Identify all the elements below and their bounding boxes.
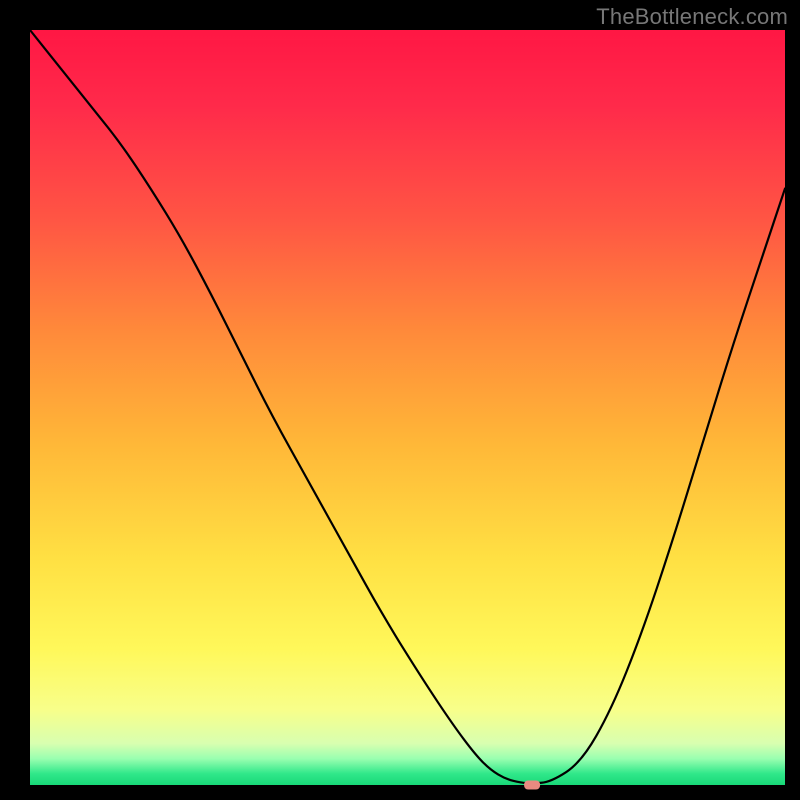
plot-background [30, 30, 785, 785]
optimal-marker [524, 781, 540, 790]
watermark-text: TheBottleneck.com [596, 4, 788, 30]
bottleneck-plot [0, 0, 800, 800]
chart-frame: TheBottleneck.com [0, 0, 800, 800]
